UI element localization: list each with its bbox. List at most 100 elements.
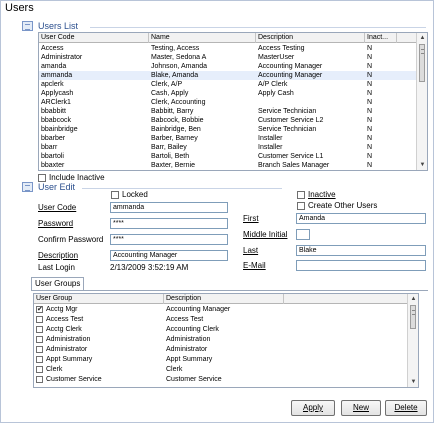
table-row[interactable]: ARClerk1 Clerk, Accounting N [39,98,417,107]
groups-scroll-up-icon[interactable]: ▲ [408,294,418,304]
group-checkbox[interactable] [36,356,43,363]
group-checkbox[interactable] [36,336,43,343]
middle-initial-input[interactable] [296,229,310,240]
group-checkbox[interactable] [36,376,43,383]
row-user-code: ammanda [41,72,73,79]
table-row[interactable]: bbainbridge Bainbridge, Ben Service Techni… [39,125,417,134]
row-description: Customer Service L1 [258,153,324,160]
row-group-description: Administrator [166,346,208,353]
inactive-checkbox[interactable] [297,191,305,199]
col-inactive[interactable]: Inact... [365,33,397,43]
row-user-group: Administrator [46,346,88,353]
row-user-code: apclerk [41,81,64,88]
table-row[interactable]: apclerk Clerk, A/P A/P Clerk N [39,80,417,89]
row-user-group: Customer Service [46,376,102,383]
row-user-group: Acctg Mgr [46,306,78,313]
row-user-code: Access [41,45,64,52]
row-name: Barber, Barney [151,135,198,142]
locked-checkbox[interactable] [111,191,119,199]
table-row[interactable]: bbaxter Baxter, Bernie Branch Sales Manage… [39,161,417,170]
confirm-password-input[interactable]: **** [110,234,228,245]
create-other-users-label: Create Other Users [308,201,378,210]
table-row[interactable]: bbarr Barr, Bailey Installer N [39,143,417,152]
row-description: Service Technician [258,108,317,115]
row-name: Barr, Bailey [151,144,187,151]
row-description: Apply Cash [258,90,294,97]
user-groups-grid[interactable]: User Group Description Acctg Mgr Accounti… [33,293,419,388]
row-user-code: Applycash [41,90,74,97]
row-user-group: Access Test [46,316,84,323]
table-row[interactable]: Administrator Master, Sedona A MasterUser N [39,53,417,62]
row-inactive: N [367,144,373,151]
row-name: Bartoli, Beth [151,153,190,160]
row-inactive: N [367,72,373,79]
row-inactive: N [367,90,373,97]
row-description: Customer Service L2 [258,117,324,124]
group-checkbox[interactable] [36,346,43,353]
table-row[interactable]: bbarber Barber, Barney Installer N [39,134,417,143]
col-group-description[interactable]: Description [164,294,284,304]
row-user-group: Appt Summary [46,356,93,363]
table-row[interactable]: bbabcock Babcock, Bobbie Customer Service … [39,116,417,125]
tab-strip-line [31,290,428,291]
table-row[interactable]: bbabbitt Babbitt, Barry Service Technician… [39,107,417,116]
groups-scroll-thumb[interactable] [410,305,416,329]
users-list-title: Users List [38,21,79,31]
row-name: Babcock, Bobbie [151,117,204,124]
row-description: Installer [258,144,283,151]
row-user-code: Administrator [41,54,83,61]
list-item[interactable]: Access Test Access Test [34,315,408,324]
apply-button[interactable]: Apply [291,400,335,416]
delete-button[interactable]: Delete [385,400,427,416]
scroll-down-icon[interactable]: ▼ [417,160,427,170]
tab-user-groups[interactable]: User Groups [31,277,85,290]
users-list-grid[interactable]: User Code Name Description Inact... Acce… [38,32,428,171]
row-user-code: amanda [41,63,67,70]
include-inactive-checkbox[interactable] [38,174,46,182]
list-item[interactable]: Acctg Mgr Accounting Manager [34,305,408,314]
row-inactive: N [367,45,373,52]
list-item[interactable]: Customer Service Customer Service [34,375,408,384]
first-name-input[interactable]: Amanda [296,213,426,224]
email-input[interactable] [296,260,426,271]
group-checkbox[interactable] [36,305,43,314]
list-item[interactable]: Administrator Administrator [34,345,408,354]
description-label: Description [38,251,79,260]
group-checkbox[interactable] [36,366,43,373]
col-user-group[interactable]: User Group [34,294,164,304]
col-name[interactable]: Name [149,33,256,43]
scroll-thumb[interactable] [419,44,425,82]
scroll-up-icon[interactable]: ▲ [417,33,427,43]
table-row[interactable]: ammanda Blake, Amanda Accounting Manager N [39,71,417,80]
list-item[interactable]: Clerk Clerk [34,365,408,374]
row-user-group: Acctg Clerk [46,326,82,333]
row-description: Access Testing [258,45,305,52]
row-inactive: N [367,117,373,124]
list-item[interactable]: Appt Summary Appt Summary [34,355,408,364]
email-label: E-Mail [243,261,266,270]
groups-scroll-down-icon[interactable]: ▼ [408,377,418,387]
locked-label: Locked [122,190,148,199]
col-description[interactable]: Description [256,33,365,43]
row-group-description: Appt Summary [166,356,213,363]
password-input[interactable]: **** [110,218,228,229]
row-name: Johnson, Amanda [151,63,208,70]
users-list-scrollbar[interactable]: ▲ ▼ [416,33,427,170]
table-row[interactable]: Access Testing, Access Access Testing N [39,44,417,53]
table-row[interactable]: amanda Johnson, Amanda Accounting Manager N [39,62,417,71]
user-groups-scrollbar[interactable]: ▲ ▼ [407,294,418,387]
group-checkbox[interactable] [36,326,43,333]
table-row[interactable]: Applycash Cash, Apply Apply Cash N [39,89,417,98]
table-row[interactable]: bbartoli Bartoli, Beth Customer Service L1… [39,152,417,161]
list-item[interactable]: Administration Administration [34,335,408,344]
last-name-input[interactable]: Blake [296,245,426,256]
row-inactive: N [367,81,373,88]
col-user-code[interactable]: User Code [39,33,149,43]
create-other-users-checkbox[interactable] [297,202,305,210]
new-button[interactable]: New [341,400,381,416]
row-inactive: N [367,153,373,160]
user-code-input[interactable]: ammanda [110,202,228,213]
group-checkbox[interactable] [36,316,43,323]
description-input[interactable]: Accounting Manager [110,250,228,261]
list-item[interactable]: Acctg Clerk Accounting Clerk [34,325,408,334]
